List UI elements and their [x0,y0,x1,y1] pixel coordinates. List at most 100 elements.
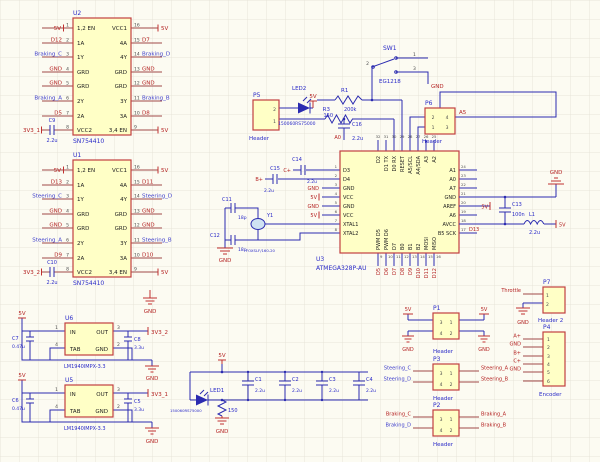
u3-pinname: A0 [449,177,456,183]
p5-label: Header [249,136,270,142]
header-p2[interactable] [433,410,459,436]
u2-net: D12 [51,38,62,44]
c7-ref: C7 [12,336,19,342]
p2-pin: 3 [440,417,443,423]
c1-ref: C1 [255,377,262,383]
u5-pinno: 4 [55,404,58,410]
u2-pinname: 2Y [77,99,84,105]
u1-net: Steering_A [32,238,62,244]
u3-net: D7 [392,268,398,275]
u2-pinname: 4A [120,41,127,47]
u2-net: GND [49,81,62,87]
header-p6[interactable] [425,108,455,134]
u1-pinname: 3A [120,256,127,262]
u1-pinno: 7 [66,253,69,259]
p6-pin: 1 [432,125,435,131]
u1-net: 5V [54,168,61,174]
c6-val: 0.47u [12,406,25,412]
u6-ref: U6 [65,315,73,322]
u3-pinno: 23 [461,173,466,178]
p1-label: Header [433,349,454,355]
gnd-label: GND [144,309,157,315]
p7-pin: 1 [546,293,549,299]
u6-pinno: 3 [117,325,120,331]
header-p7[interactable] [543,287,565,313]
u3-pinname: GND [343,204,355,210]
header-p3[interactable] [433,364,459,390]
u2-pinname: GRD [77,70,89,76]
u1-net: 5V [161,270,168,276]
c13-val: 100n [512,212,525,218]
u2-pinname: 1Y [77,55,84,61]
u2-net: D5 [54,111,62,117]
u2-pinname: GRD [115,70,127,76]
u6-pinno: 4 [55,342,58,348]
header-p1[interactable] [433,313,459,339]
u2-pinname: 4Y [120,55,127,61]
u2-pinno: 3 [66,52,69,58]
p1-gnd: GND [478,347,490,353]
u3-pinname: PWM D5 [376,229,382,250]
p6-net-a5: A5 [459,110,467,116]
c11-ref: C11 [222,197,232,203]
p2-label: Header [433,442,454,448]
sw1-gnd-net: GND [431,84,444,90]
u3-pinname: D0 RX [392,155,398,171]
u2-pinname: 2A [77,114,84,120]
u3-pinno: 24 [461,164,466,169]
header-p5[interactable] [253,100,279,130]
u3-pinname: D4 [343,177,350,183]
u1-net: D9 [54,253,62,259]
u1-pinno: 13 [134,209,140,215]
u3-net: GND [308,204,320,210]
u2-pinno: 2 [66,38,69,44]
c4-val: 2.2u [366,388,376,394]
u1-pinno: 6 [66,238,69,244]
p4-net: C+ [513,359,521,365]
u5-pinno: 2 [117,404,120,410]
u3-pinname: A5/SCL [408,156,414,174]
u3-pinno: 25 [432,134,437,139]
c3-ref: C3 [329,377,336,383]
p6-pin: 2 [432,115,435,121]
u3-pinname: B1 [408,243,414,250]
p3-pin: 4 [440,382,443,388]
p4-pin: 5 [547,370,550,376]
u3-part: ATMEGA328P-AU [316,265,367,272]
c16-ref: C16 [352,122,362,128]
p2-net: Braking_D [385,423,411,429]
u2-pinname: VCC2 [77,128,92,134]
u2-ref: U2 [73,10,81,17]
p1-ref: P1 [433,305,441,312]
schematic-canvas: U2 SN754410 C9 2.2u 15V1,2 EN 2D121A 3Br… [0,0,600,462]
u2-pinno: 9 [134,125,137,131]
u2-net: GND [49,67,62,73]
u1-pinname: GRD [115,226,127,232]
p1-gnd: GND [402,347,414,353]
gnd-symbol-label: GND [550,170,563,176]
u2-pinno: 14 [134,52,140,58]
p3-ref: P3 [433,356,441,363]
u3-net: D10 [416,268,422,278]
c8-ref: C8 [134,337,141,343]
u3-net: D5 [376,268,382,275]
u3-pinname: A6 [449,213,456,219]
u2-net: 5V [161,26,168,32]
u2-pinno: 13 [134,67,140,73]
u1-pinname: GRD [77,212,89,218]
u1-pinname: GRD [77,226,89,232]
u3-pinname: MISO [432,237,438,250]
u2-pinno: 15 [134,38,140,44]
crystal-y1-icon[interactable] [251,219,265,230]
u1-net: 3V3_2 [23,270,40,276]
u2-pinname: GRD [77,84,89,90]
u3-pinno: 22 [461,182,466,187]
u2-net: GND [142,81,155,87]
u2-c9-ref: C9 [49,118,56,124]
c15-net: B+ [255,177,263,183]
u3-net: D6 [384,268,390,275]
u6-5v: 5V [18,311,25,317]
crystal-gnd: GND [219,258,232,264]
u3-pinname: B2 [416,243,422,250]
p1-pin: 4 [440,331,443,337]
